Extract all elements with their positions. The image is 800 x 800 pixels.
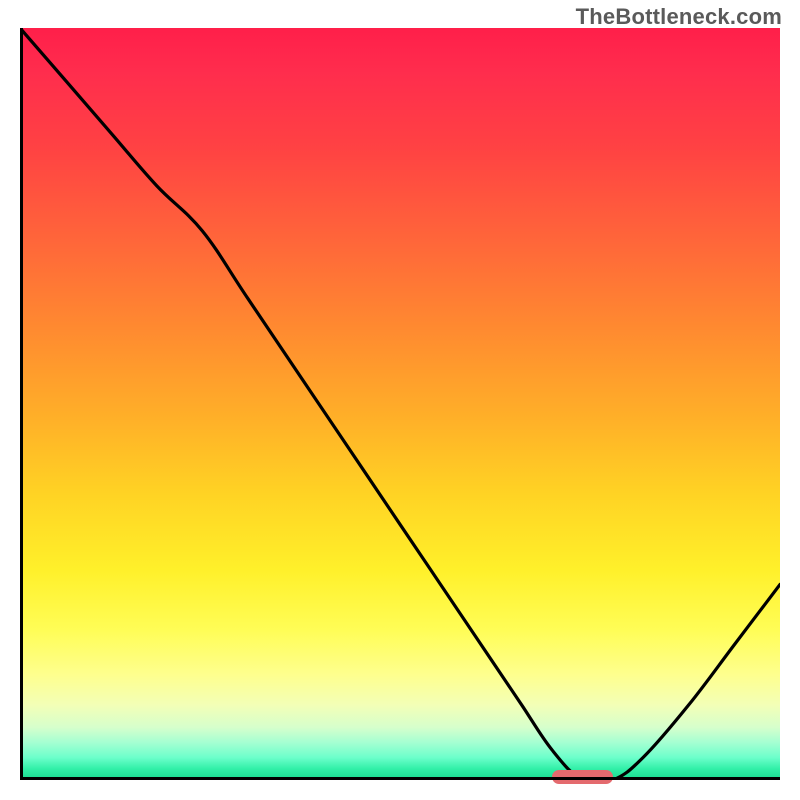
watermark-text: TheBottleneck.com	[576, 4, 782, 30]
chart-root: TheBottleneck.com	[0, 0, 800, 800]
curve-path	[20, 28, 780, 780]
bottleneck-curve	[20, 28, 780, 780]
optimal-range-marker	[552, 770, 613, 784]
plot-area	[20, 28, 780, 780]
